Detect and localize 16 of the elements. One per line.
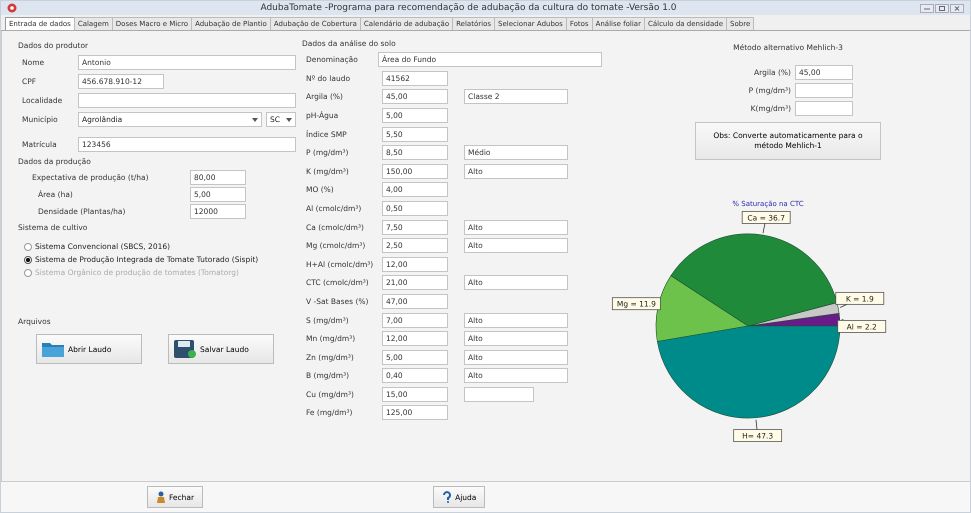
help-icon [442, 491, 452, 503]
caret-icon [286, 118, 292, 122]
caret-icon [252, 118, 258, 122]
input-field[interactable] [795, 100, 853, 116]
folder-icon [41, 340, 65, 358]
person-icon [156, 491, 166, 503]
window-title: AdubaTomate -Programa para recomendação de adubação da cultura do tomate -Versão 1.0 [259, 3, 678, 13]
input-field[interactable] [78, 93, 296, 108]
class-field[interactable] [464, 386, 534, 402]
radio-button[interactable] [24, 242, 32, 250]
radio-button[interactable] [24, 256, 32, 264]
input-field[interactable] [795, 82, 853, 98]
app-icon [7, 3, 17, 13]
close-icon[interactable] [950, 4, 964, 12]
maximize-icon[interactable] [935, 4, 949, 12]
minimize-icon[interactable] [920, 4, 934, 12]
